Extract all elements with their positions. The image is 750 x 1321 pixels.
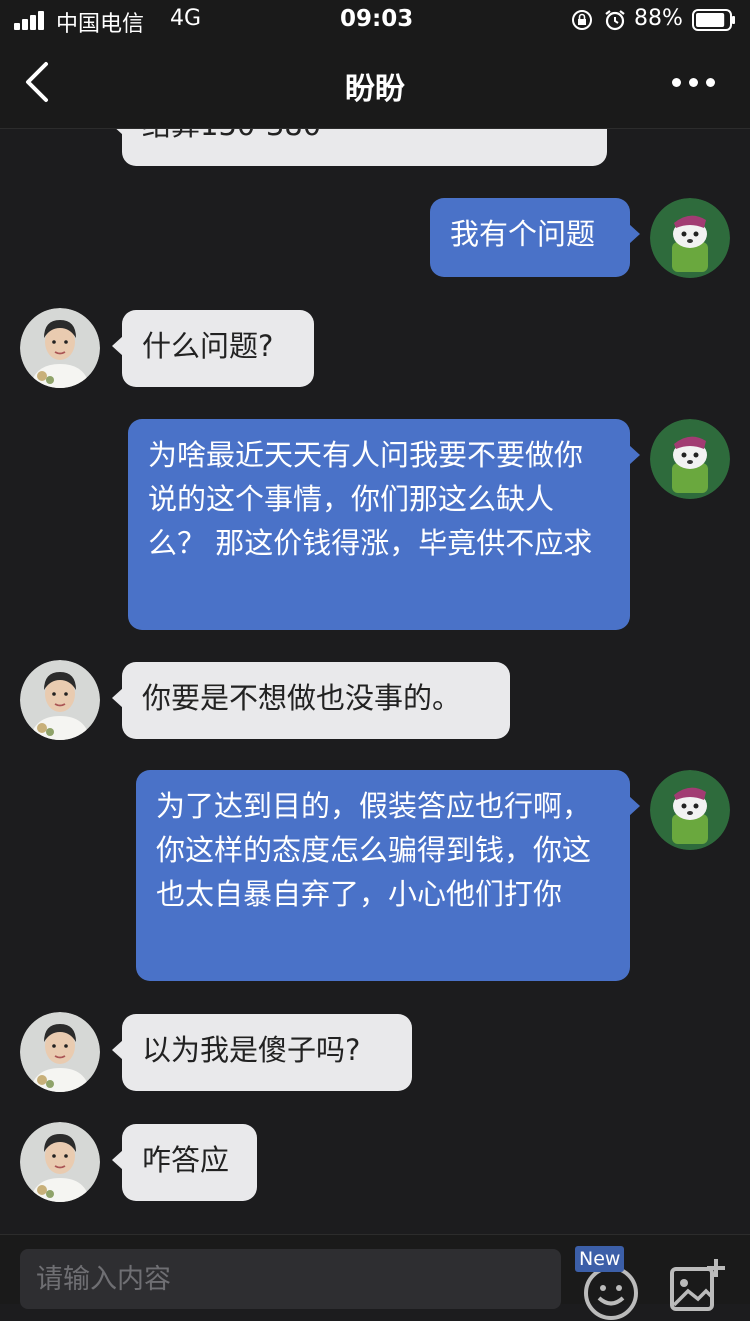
message-bubble-incoming[interactable]: 结算150-380: [112, 129, 607, 166]
message-bubble-incoming[interactable]: 你要是不想做也没事的。: [112, 662, 510, 739]
message-bubble-outgoing[interactable]: 为了达到目的，假装答应也行啊，你这样的态度怎么骗得到钱，你这也太自暴自弃了，小心…: [136, 770, 640, 981]
message-input[interactable]: [20, 1249, 561, 1309]
message-text: 为啥最近天天有人问我要不要做你说的这个事情，你们那这么缺人么？ 那这价钱得涨，毕…: [148, 438, 593, 560]
message-input-bar: New: [0, 1234, 750, 1320]
message-bubble-incoming[interactable]: 什么问题?: [112, 310, 314, 387]
more-horizontal-icon[interactable]: [672, 78, 716, 88]
message-text: 咋答应: [142, 1143, 230, 1177]
carrier-label: 中国电信: [56, 12, 145, 37]
status-bar: 中国电信 4G 09:03 88%: [0, 0, 750, 40]
message-bubble-outgoing[interactable]: 为啥最近天天有人问我要不要做你说的这个事情，你们那这么缺人么？ 那这价钱得涨，毕…: [128, 419, 640, 630]
message-text: 你要是不想做也没事的。: [142, 681, 462, 715]
status-time: 09:03: [340, 6, 414, 32]
contact-avatar[interactable]: [20, 1012, 100, 1092]
message-bubble-incoming[interactable]: 咋答应: [112, 1124, 257, 1201]
message-text: 以为我是傻子吗?: [142, 1033, 361, 1067]
emoji-icon[interactable]: [583, 1265, 639, 1321]
alarm-icon: [605, 10, 625, 31]
page-title: 盼盼: [345, 72, 405, 107]
message-bubble-incoming[interactable]: 以为我是傻子吗?: [112, 1014, 412, 1091]
chat-message-list[interactable]: 结算150-380 我有个问题 什么问题? 为啥最近天天有人问我要不要做你说的这…: [0, 129, 750, 1234]
battery-percent: 88%: [634, 6, 683, 31]
self-avatar[interactable]: [650, 770, 730, 850]
contact-avatar[interactable]: [20, 308, 100, 388]
orientation-lock-icon: [572, 10, 592, 30]
message-text: 结算150-380: [142, 129, 321, 142]
network-type: 4G: [170, 6, 202, 31]
signal-icon: [14, 10, 48, 30]
new-badge: New: [575, 1246, 625, 1272]
message-text: 为了达到目的，假装答应也行啊，你这样的态度怎么骗得到钱，你这也太自暴自弃了，小心…: [156, 789, 592, 911]
self-avatar[interactable]: [650, 198, 730, 278]
message-text: 我有个问题: [450, 217, 596, 251]
self-avatar[interactable]: [650, 419, 730, 499]
contact-avatar[interactable]: [20, 660, 100, 740]
message-bubble-outgoing[interactable]: 我有个问题: [430, 198, 640, 277]
nav-bar: 盼盼: [0, 40, 750, 129]
contact-avatar[interactable]: [20, 1122, 100, 1202]
message-text: 什么问题?: [142, 329, 274, 363]
image-add-icon[interactable]: [668, 1257, 726, 1315]
battery-icon: [692, 9, 735, 31]
